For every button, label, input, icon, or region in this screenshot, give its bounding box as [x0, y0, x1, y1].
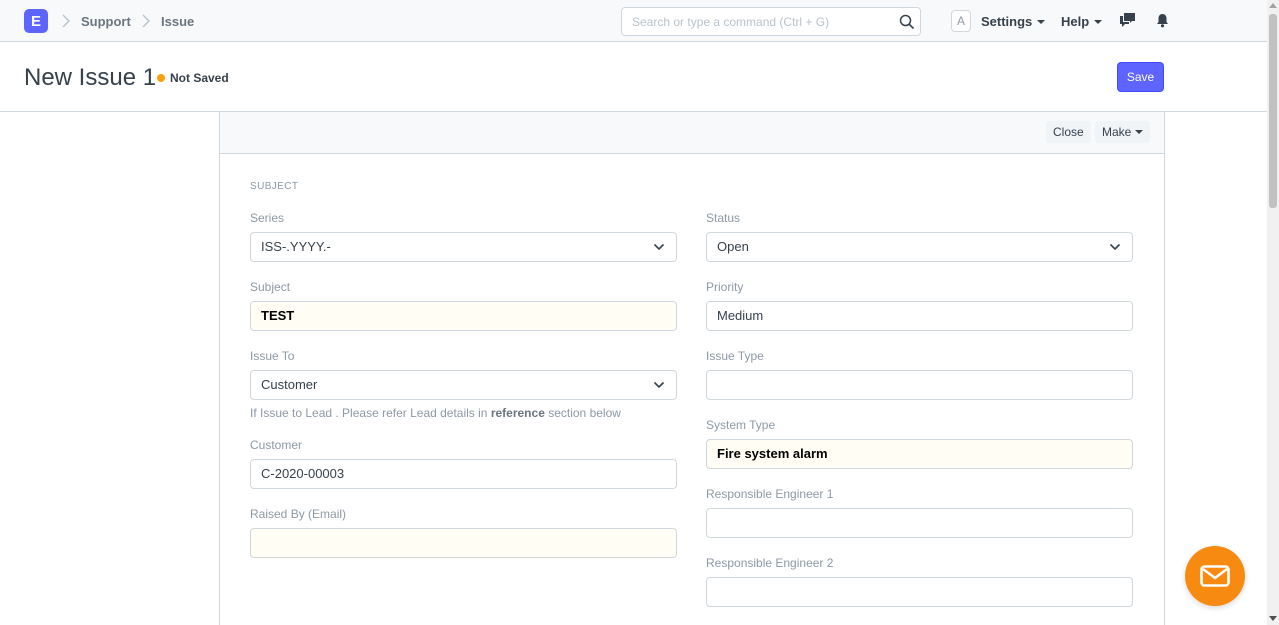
- make-button[interactable]: Make: [1095, 121, 1151, 143]
- customer-input[interactable]: C-2020-00003: [250, 459, 677, 489]
- mail-fab-button[interactable]: [1185, 546, 1245, 606]
- make-label: Make: [1102, 125, 1132, 139]
- search-box: [621, 7, 921, 36]
- engineer-2-label: Responsible Engineer 2: [706, 556, 834, 570]
- issue-to-value: Customer: [261, 377, 318, 392]
- help-text-bold: reference: [490, 406, 545, 420]
- raised-by-label: Raised By (Email): [250, 507, 347, 521]
- status-label: Status: [706, 211, 741, 225]
- breadcrumb-support[interactable]: Support: [81, 14, 131, 29]
- issue-to-select[interactable]: Customer: [250, 370, 677, 400]
- priority-input[interactable]: Medium: [706, 301, 1133, 331]
- form-toolbar: Close Make: [220, 112, 1164, 154]
- settings-menu[interactable]: Settings: [981, 14, 1046, 29]
- caret-down-icon: [1094, 19, 1103, 24]
- series-value: ISS-.YYYY.-: [261, 239, 331, 254]
- subject-value: TEST: [261, 308, 295, 323]
- caret-down-icon: [1037, 19, 1046, 24]
- raised-by-field: Raised By (Email): [250, 507, 677, 558]
- issue-to-label: Issue To: [250, 349, 295, 363]
- search-input[interactable]: [622, 8, 882, 35]
- status-select[interactable]: Open: [706, 232, 1133, 262]
- save-button[interactable]: Save: [1117, 62, 1164, 92]
- subject-label: Subject: [250, 280, 291, 294]
- chevron-down-icon: [1109, 243, 1121, 251]
- customer-field: Customer C-2020-00003: [250, 438, 677, 489]
- system-type-label: System Type: [706, 418, 776, 432]
- issue-to-help: If Issue to Lead . Please refer Lead det…: [250, 406, 677, 420]
- priority-value: Medium: [717, 308, 764, 323]
- form-layout: Close Make SUBJECT Series ISS-.YYYY.- Su…: [219, 112, 1165, 625]
- help-text-post: section below: [544, 406, 621, 420]
- customer-value: C-2020-00003: [261, 466, 345, 481]
- close-label: Close: [1053, 125, 1084, 139]
- page-head: New Issue 1 Not Saved Save: [0, 42, 1267, 112]
- page-title: New Issue 1: [24, 64, 157, 91]
- system-type-value: Fire system alarm: [717, 446, 828, 461]
- scroll-thumb[interactable]: [1269, 14, 1277, 208]
- priority-field: Priority Medium: [706, 280, 1133, 331]
- priority-label: Priority: [706, 280, 744, 294]
- customer-label: Customer: [250, 438, 303, 452]
- section-title: SUBJECT: [250, 181, 299, 192]
- raised-by-input[interactable]: [250, 528, 677, 558]
- status-field: Status Open: [706, 211, 1133, 262]
- series-field: Series ISS-.YYYY.-: [250, 211, 677, 262]
- page-scrollbar[interactable]: [1267, 0, 1279, 625]
- status-value: Open: [717, 239, 749, 254]
- status-label: Not Saved: [170, 71, 229, 85]
- chevron-right-icon: [62, 14, 70, 28]
- close-button[interactable]: Close: [1046, 121, 1091, 143]
- chevron-right-icon: [142, 14, 150, 28]
- status-dot: [157, 74, 165, 82]
- engineer-1-field: Responsible Engineer 1: [706, 487, 1133, 538]
- engineer-1-label: Responsible Engineer 1: [706, 487, 834, 501]
- issue-type-label: Issue Type: [706, 349, 764, 363]
- mail-icon: [1200, 565, 1230, 587]
- breadcrumb-issue[interactable]: Issue: [161, 14, 194, 29]
- subject-field: Subject TEST: [250, 280, 677, 331]
- system-type-field: System Type Fire system alarm: [706, 418, 1133, 469]
- user-avatar[interactable]: A: [951, 10, 971, 32]
- help-label: Help: [1061, 14, 1090, 29]
- engineer-2-field: Responsible Engineer 2: [706, 556, 1133, 607]
- series-select[interactable]: ISS-.YYYY.-: [250, 232, 677, 262]
- system-type-input[interactable]: Fire system alarm: [706, 439, 1133, 469]
- caret-down-icon: [1135, 130, 1144, 134]
- chat-icon[interactable]: [1119, 12, 1137, 29]
- scroll-down-icon[interactable]: [1269, 616, 1277, 621]
- chevron-down-icon: [653, 381, 665, 389]
- subject-input[interactable]: TEST: [250, 301, 677, 331]
- status-indicator: Not Saved: [157, 71, 229, 85]
- help-text-pre: If Issue to Lead . Please refer Lead det…: [250, 406, 491, 420]
- scroll-up-icon[interactable]: [1269, 3, 1277, 8]
- app-logo[interactable]: E: [24, 9, 48, 33]
- chevron-down-icon: [653, 243, 665, 251]
- engineer-2-input[interactable]: [706, 577, 1133, 607]
- engineer-1-input[interactable]: [706, 508, 1133, 538]
- issue-type-field: Issue Type: [706, 349, 1133, 400]
- series-label: Series: [250, 211, 285, 225]
- issue-to-field: Issue To Customer If Issue to Lead . Ple…: [250, 349, 677, 420]
- settings-label: Settings: [981, 14, 1033, 29]
- issue-type-input[interactable]: [706, 370, 1133, 400]
- help-menu[interactable]: Help: [1061, 14, 1103, 29]
- navbar: E Support Issue A Settings Help: [0, 0, 1267, 42]
- bell-icon[interactable]: [1156, 13, 1169, 28]
- search-icon[interactable]: [899, 14, 915, 30]
